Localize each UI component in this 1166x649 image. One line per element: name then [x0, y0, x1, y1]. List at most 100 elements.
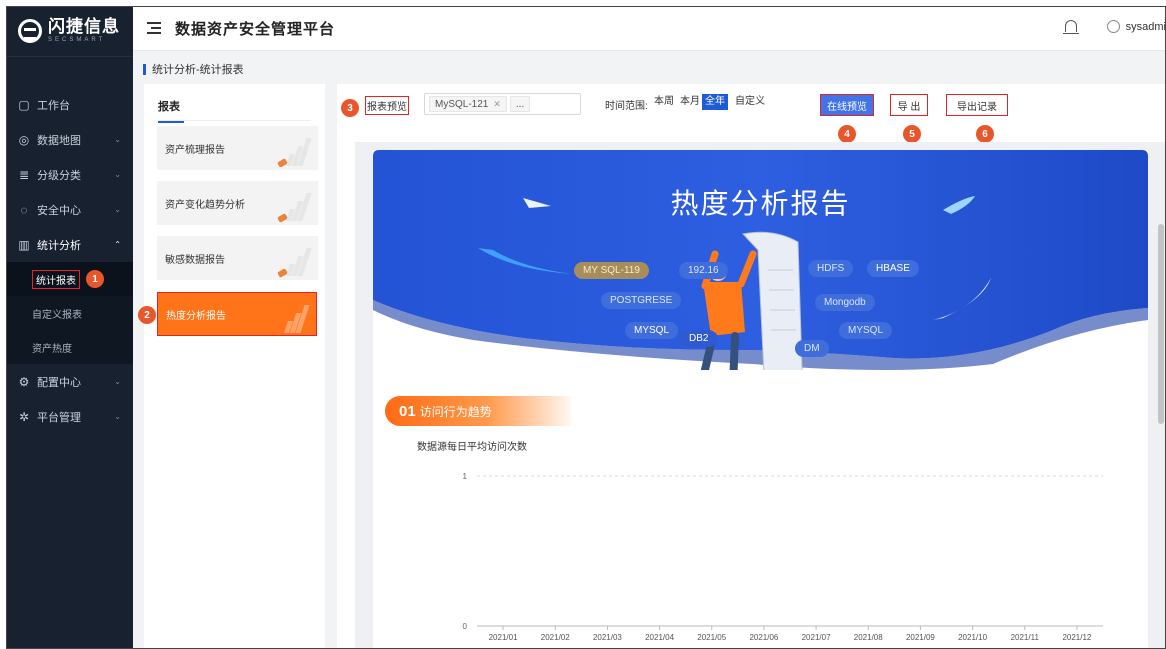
report-title: 热度分析报告: [670, 188, 851, 219]
user-avatar-icon: [1106, 20, 1120, 33]
sidebar-item-label: 平台管理: [37, 411, 81, 424]
report-chart-icon: [272, 299, 310, 333]
db-tag: 192.16: [679, 262, 728, 279]
db-tag: HBASE: [867, 260, 919, 277]
report-preview-panel: 3 报表预览 MySQL-121 ✕ ... 时间范围: 本周 本月 全年 自定…: [337, 84, 1166, 649]
sidebar-item-data-map[interactable]: ◎ 数据地图 ⌄: [6, 122, 133, 157]
report-card-asset-trend[interactable]: 资产变化趋势分析: [157, 181, 318, 225]
range-option-custom[interactable]: 自定义: [733, 94, 767, 110]
datasource-tag: MySQL-121 ✕: [429, 96, 507, 112]
sidebar-item-label: 工作台: [37, 99, 70, 112]
db-tag: DB2: [680, 330, 718, 347]
sidebar: 闪捷信息 SECSMART ▢ 工作台 ◎ 数据地图 ⌄ ≣ 分级分类 ⌄ ◌ …: [6, 6, 133, 649]
sidebar-subitem-label: 资产热度: [32, 343, 72, 355]
report-card-sensitive-data[interactable]: 敏感数据报告: [157, 236, 318, 280]
time-range-label: 时间范围:: [605, 101, 648, 112]
brand-logo-icon: [18, 19, 42, 43]
sidebar-subitem-stat-report[interactable]: 统计报表 1: [6, 262, 133, 296]
datasource-tag-label: MySQL-121: [435, 98, 489, 110]
x-tick-label: 2021/11: [1011, 633, 1040, 642]
app-title: 数据资产安全管理平台: [175, 20, 336, 38]
gear-icon: ✲: [18, 409, 30, 424]
bell-icon[interactable]: [1063, 20, 1079, 34]
section-title: 访问行为趋势: [419, 404, 492, 419]
report-banner: 热度分析报告 MY SQL-119 192.16 HDFS HBASE POST…: [373, 150, 1148, 406]
breadcrumb-text: 统计分析-统计报表: [152, 64, 244, 76]
statistics-submenu: 统计报表 1 自定义报表 资产热度: [6, 262, 133, 364]
sidebar-subitem-label: 自定义报表: [32, 309, 82, 321]
report-preview: 热度分析报告 MY SQL-119 192.16 HDFS HBASE POST…: [355, 142, 1166, 649]
x-tick-label: 2021/07: [802, 633, 831, 642]
config-icon: ⚙: [18, 374, 30, 389]
report-card-label: 资产变化趋势分析: [165, 199, 245, 211]
x-tick-label: 2021/04: [645, 633, 674, 642]
sidebar-subitem-asset-heat[interactable]: 资产热度: [6, 330, 133, 364]
chevron-down-icon: ⌄: [114, 135, 121, 144]
range-option-month[interactable]: 本月: [678, 94, 702, 110]
sidebar-subitem-custom-report[interactable]: 自定义报表: [6, 296, 133, 330]
step-badge-6: 6: [976, 125, 994, 143]
sidebar-nav: ▢ 工作台 ◎ 数据地图 ⌄ ≣ 分级分类 ⌄ ◌ 安全中心 ⌄ ▥ 统计分析: [6, 57, 133, 434]
y-tick-label: 1: [463, 472, 468, 481]
breadcrumb: 统计分析-统计报表: [143, 61, 244, 77]
report-list-panel: 报表 资产梳理报告 资产变化趋势分析 敏感数据报告: [144, 84, 325, 649]
report-document: 热度分析报告 MY SQL-119 192.16 HDFS HBASE POST…: [373, 150, 1148, 649]
export-records-button[interactable]: 导出记录: [946, 94, 1008, 116]
step-badge-4: 4: [838, 125, 856, 143]
sidebar-item-label: 分级分类: [37, 169, 81, 182]
user-menu[interactable]: sysadmi: [1106, 20, 1166, 33]
report-card-asset-inventory[interactable]: 资产梳理报告: [157, 126, 318, 170]
db-tag: MYSQL: [625, 322, 679, 339]
export-button[interactable]: 导 出: [890, 94, 928, 116]
step-badge-2: 2: [138, 306, 156, 324]
menu-toggle-icon[interactable]: [147, 22, 161, 34]
db-tag: MYSQL: [839, 322, 893, 339]
x-tick-label: 2021/12: [1062, 633, 1091, 642]
range-option-year[interactable]: 全年: [702, 94, 728, 110]
shield-icon: ◌: [20, 202, 28, 217]
chevron-down-icon: ⌄: [114, 170, 121, 179]
sidebar-item-workbench[interactable]: ▢ 工作台: [6, 87, 133, 122]
brand-name: 闪捷信息: [48, 17, 120, 36]
bar-chart-icon: ▥: [18, 237, 30, 252]
x-tick-label: 2021/03: [593, 633, 622, 642]
datasource-select[interactable]: MySQL-121 ✕ ...: [424, 93, 581, 115]
step-badge-5: 5: [903, 125, 921, 143]
close-icon[interactable]: ✕: [493, 99, 501, 110]
x-tick-label: 2021/08: [854, 633, 883, 642]
visit-trend-chart: 1 0 2021/01 2021/02 2021/03 2021/04 2021/05 202…: [463, 472, 1103, 642]
sidebar-item-classification[interactable]: ≣ 分级分类 ⌄: [6, 157, 133, 192]
sidebar-item-label: 统计分析: [37, 239, 81, 252]
db-tag: MY SQL-119: [574, 262, 649, 279]
online-preview-button[interactable]: 在线预览: [820, 94, 874, 116]
topbar: 数据资产安全管理平台 sysadmi: [133, 6, 1166, 51]
report-card-label: 敏感数据报告: [165, 254, 225, 266]
section-header: 01 访问行为趋势: [385, 396, 571, 426]
sidebar-item-statistics[interactable]: ▥ 统计分析 ⌃: [6, 227, 133, 262]
chevron-down-icon: ⌄: [114, 205, 121, 214]
db-tag: POSTGRESE: [601, 292, 682, 309]
chevron-down-icon: ⌄: [114, 412, 121, 421]
brand-name-en: SECSMART: [48, 37, 106, 43]
breadcrumb-marker: [143, 63, 146, 75]
map-pin-icon: ◎: [18, 132, 30, 147]
range-option-week[interactable]: 本周: [652, 94, 676, 110]
user-name: sysadmi: [1125, 20, 1166, 33]
sidebar-item-config-center[interactable]: ⚙ 配置中心 ⌄: [6, 364, 133, 399]
report-card-label: 资产梳理报告: [165, 144, 225, 156]
x-tick-label: 2021/01: [489, 633, 518, 642]
db-tag: DM: [795, 340, 829, 357]
report-card-label: 热度分析报告: [166, 310, 226, 322]
brand-logo[interactable]: 闪捷信息 SECSMART: [6, 6, 133, 57]
datasource-more-label: ...: [515, 98, 525, 110]
sidebar-item-platform-admin[interactable]: ✲ 平台管理 ⌄: [6, 399, 133, 434]
x-tick-label: 2021/10: [958, 633, 987, 642]
x-tick-label: 2021/05: [697, 633, 726, 642]
sidebar-item-security-center[interactable]: ◌ 安全中心 ⌄: [6, 192, 133, 227]
db-tag: HDFS: [808, 260, 854, 277]
report-card-heat-analysis[interactable]: 热度分析报告: [157, 292, 317, 336]
db-tag: Mongodb: [815, 294, 875, 311]
y-tick-label: 0: [463, 622, 468, 631]
scrollbar[interactable]: [1158, 224, 1164, 424]
chevron-down-icon: ⌄: [114, 377, 121, 386]
